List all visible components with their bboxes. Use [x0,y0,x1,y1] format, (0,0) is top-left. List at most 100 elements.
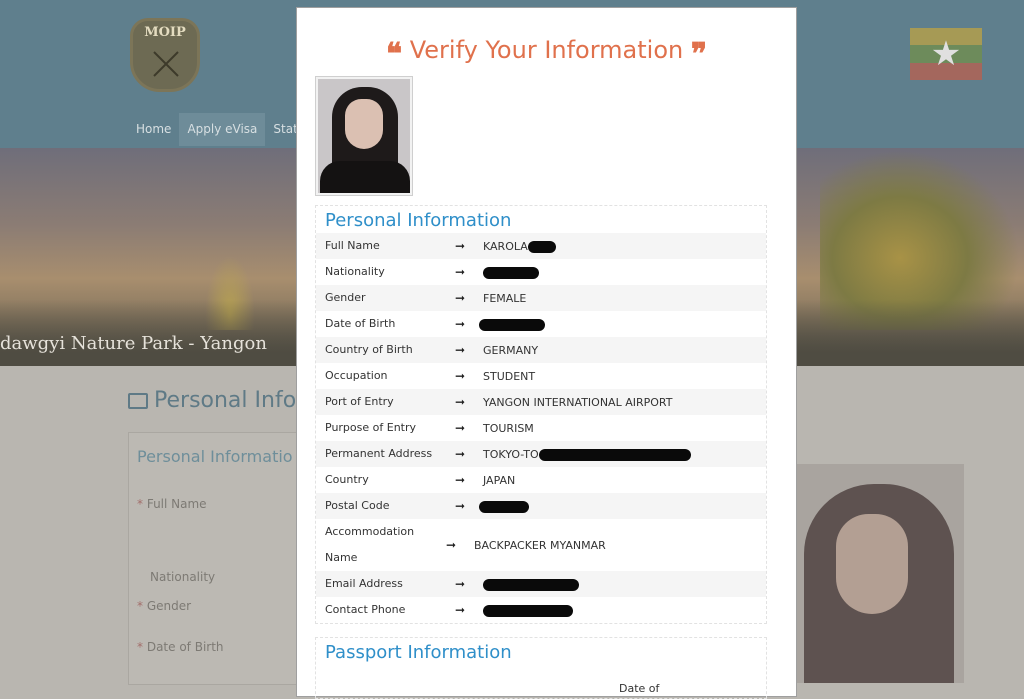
table-row: Full Name ➞ KAROLA [316,233,766,259]
table-row: Country of Birth ➞ GERMANY [316,337,766,363]
row-label: Port of Entry [325,395,394,408]
section-title-passport: Passport Information [325,642,512,663]
table-row: Gender ➞ FEMALE [316,285,766,311]
row-value: KAROLA [483,240,766,253]
quote-open-icon: ❝ [385,37,403,72]
passport-date-label: Date of [619,682,660,695]
row-value: JAPAN [483,474,766,487]
row-label: Country of Birth [325,343,413,356]
quote-close-icon: ❞ [690,37,708,72]
personal-information-section: Personal Information Full Name ➞ KAROLA Nat… [315,205,767,624]
arrow-right-icon: ➞ [454,343,466,357]
row-value [479,318,766,331]
row-value: TOKYO-TO [483,448,766,461]
redaction-bar [527,240,556,253]
row-label: Occupation [325,369,388,382]
table-row: Date of Birth ➞ [316,311,766,337]
row-value [479,500,766,513]
arrow-right-icon: ➞ [454,265,466,279]
row-value-text: TOURISM [483,421,534,435]
logo-text: MOIP [144,25,186,40]
row-value-text: TOKYO-TO [483,447,539,461]
row-label: Gender [325,291,366,304]
background-applicant-photo [796,464,964,683]
star-icon: ★ [930,34,962,74]
arrow-right-icon: ➞ [454,447,466,461]
row-value: GERMANY [483,344,766,357]
main-nav: Home Apply eVisa Status [128,113,320,146]
table-row: Accommodation Name ➞ BACKPACKER MYANMAR [316,519,766,571]
row-value-text: GERMANY [483,343,539,357]
row-value-text: YANGON INTERNATIONAL AIRPORT [483,395,673,409]
row-label: Country [325,473,369,486]
row-label: Email Address [325,577,403,590]
row-value-text: FEMALE [483,291,527,305]
row-label: Date of Birth [325,317,396,330]
nav-apply-evisa[interactable]: Apply eVisa [179,113,266,146]
row-label: Accommodation Name [325,525,415,564]
table-row: Port of Entry ➞ YANGON INTERNATIONAL AIRPO… [316,389,766,415]
row-value [483,266,766,279]
row-label: Postal Code [325,499,390,512]
row-value-text: KAROLA [483,239,528,253]
bg-label-full-name: * Full Name [137,497,207,511]
bg-label-dob: * Date of Birth [137,640,224,654]
row-value: FEMALE [483,292,766,305]
redaction-bar [479,318,545,331]
table-row: Contact Phone ➞ [316,597,766,623]
row-value: BACKPACKER MYANMAR [474,539,766,552]
arrow-right-icon: ➞ [454,473,466,487]
table-row: Permanent Address ➞ TOKYO-TO [316,441,766,467]
table-row: Country ➞ JAPAN [316,467,766,493]
row-label: Contact Phone [325,603,406,616]
row-value-text: STUDENT [483,369,536,383]
arrow-right-icon: ➞ [454,317,466,331]
redaction-bar [483,578,579,591]
row-label: Permanent Address [325,447,433,460]
arrow-right-icon: ➞ [445,538,457,552]
bg-label-gender: * Gender [137,599,192,613]
arrow-right-icon: ➞ [454,291,466,305]
redaction-bar [538,448,691,461]
row-value [483,604,766,617]
table-row: Postal Code ➞ [316,493,766,519]
verify-modal: ❝ Verify Your Information ❞ Personal Inf… [296,7,797,699]
arrow-right-icon: ➞ [454,239,466,253]
row-value-text: BACKPACKER MYANMAR [474,538,606,552]
moip-logo: MOIP [130,18,200,92]
table-row: Purpose of Entry ➞ TOURISM [316,415,766,441]
arrow-right-icon: ➞ [454,499,466,513]
table-row: Nationality ➞ [316,259,766,285]
background-panel-title: Personal Informatio [137,447,293,466]
applicant-photo [315,76,413,196]
modal-title-text: Verify Your Information [409,36,684,64]
row-value: TOURISM [483,422,766,435]
section-title-personal: Personal Information [325,210,512,231]
modal-title: ❝ Verify Your Information ❞ [297,36,796,72]
redaction-bar [483,266,539,279]
card-icon [128,393,148,409]
background-page-title: Personal Info [128,388,296,413]
personal-info-table: Full Name ➞ KAROLA Nationality ➞ Gender ➞ FEMAL… [316,233,766,623]
myanmar-flag: ★ [910,28,982,80]
arrow-right-icon: ➞ [454,421,466,435]
arrow-right-icon: ➞ [454,395,466,409]
row-value-text: JAPAN [483,473,516,487]
nav-home[interactable]: Home [128,113,179,146]
redaction-bar [483,604,573,617]
row-label: Nationality [325,265,385,278]
bg-label-nationality: Nationality [150,570,216,584]
row-value: YANGON INTERNATIONAL AIRPORT [483,396,766,409]
passport-information-section: Passport Information Date of [315,637,767,699]
banner-caption: dawgyi Nature Park - Yangon [0,333,267,354]
arrow-right-icon: ➞ [454,369,466,383]
arrow-right-icon: ➞ [454,603,466,617]
row-value: STUDENT [483,370,766,383]
table-row: Email Address ➞ [316,571,766,597]
redaction-bar [479,500,529,513]
crossed-swords-icon [153,51,179,77]
row-label: Full Name [325,239,380,252]
table-row: Occupation ➞ STUDENT [316,363,766,389]
arrow-right-icon: ➞ [454,577,466,591]
row-value [483,578,766,591]
